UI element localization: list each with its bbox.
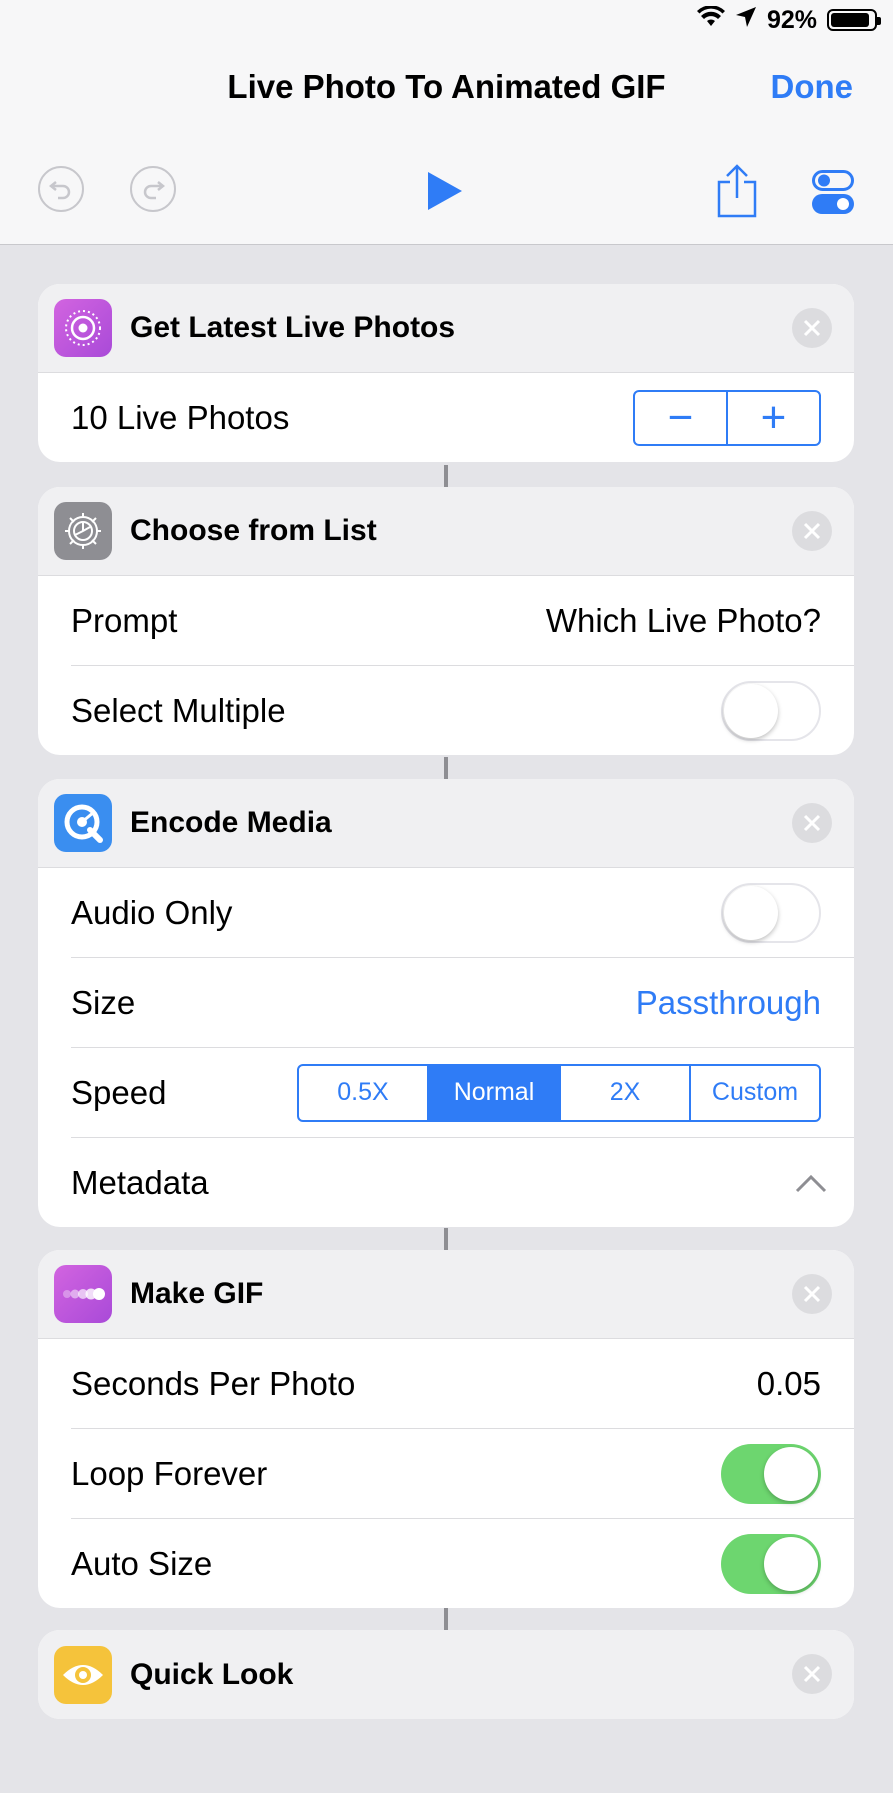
loop-forever-row: Loop Forever	[71, 1428, 854, 1518]
auto-size-row: Auto Size	[71, 1518, 854, 1608]
remove-action-button[interactable]	[792, 803, 832, 843]
toggle-knob	[724, 885, 778, 940]
photos-icon	[54, 299, 112, 357]
metadata-label: Metadata	[71, 1163, 209, 1201]
close-icon	[803, 1285, 821, 1303]
count-stepper[interactable]: − +	[633, 389, 821, 446]
audio-only-label: Audio Only	[71, 893, 233, 931]
toggle-knob	[764, 1446, 818, 1501]
action-title: Get Latest Live Photos	[130, 311, 456, 344]
action-quick-look[interactable]: Quick Look	[38, 1630, 854, 1719]
eye-icon	[54, 1645, 112, 1704]
share-button[interactable]	[716, 164, 758, 223]
remove-action-button[interactable]	[792, 1274, 832, 1314]
redo-icon	[130, 166, 176, 212]
navigation-bar: 92% Live Photo To Animated GIF Done	[0, 0, 893, 245]
action-header: Quick Look	[38, 1630, 854, 1719]
action-choose-from-list[interactable]: Choose from List Prompt Which Live Photo…	[38, 487, 854, 755]
speed-option[interactable]: Custom	[689, 1065, 819, 1120]
battery-icon	[827, 9, 881, 31]
auto-size-toggle[interactable]	[721, 1533, 821, 1594]
audio-only-toggle[interactable]	[721, 882, 821, 943]
gif-icon	[54, 1265, 112, 1323]
audio-only-row: Audio Only	[71, 868, 854, 957]
play-icon	[428, 172, 462, 210]
gear-icon	[54, 502, 112, 560]
action-title: Make GIF	[130, 1277, 264, 1310]
speed-option[interactable]: 2X	[559, 1065, 689, 1120]
action-header: Choose from List	[38, 487, 854, 576]
seconds-per-photo-value[interactable]: 0.05	[757, 1365, 821, 1403]
count-label: 10 Live Photos	[71, 398, 290, 436]
loop-forever-toggle[interactable]	[721, 1443, 821, 1504]
prompt-row[interactable]: Prompt Which Live Photo?	[71, 576, 854, 665]
count-row: 10 Live Photos − +	[71, 373, 854, 462]
settings-button[interactable]	[812, 170, 854, 219]
action-header: Get Latest Live Photos	[38, 284, 854, 373]
done-button[interactable]: Done	[771, 68, 854, 106]
close-icon	[803, 522, 821, 540]
size-label: Size	[71, 983, 136, 1021]
play-button[interactable]	[426, 170, 464, 217]
metadata-row[interactable]: Metadata	[71, 1137, 854, 1227]
undo-icon	[38, 166, 84, 212]
toggle-knob	[764, 1536, 818, 1591]
remove-action-button[interactable]	[792, 511, 832, 551]
action-title: Quick Look	[130, 1657, 294, 1691]
size-value[interactable]: Passthrough	[636, 984, 821, 1022]
action-connector	[444, 757, 448, 779]
undo-button[interactable]	[38, 166, 84, 212]
action-title: Encode Media	[130, 806, 332, 839]
close-icon	[803, 814, 821, 832]
increment-button[interactable]: +	[726, 391, 819, 444]
speed-label: Speed	[71, 1073, 167, 1111]
loop-forever-label: Loop Forever	[71, 1454, 268, 1492]
action-connector	[444, 465, 448, 487]
action-header: Encode Media	[38, 779, 854, 868]
location-arrow-icon	[735, 6, 757, 35]
chevron-up-icon[interactable]	[795, 1173, 827, 1193]
select-multiple-toggle[interactable]	[721, 680, 821, 741]
prompt-label: Prompt	[71, 601, 178, 639]
toggle-knob	[724, 683, 778, 738]
auto-size-label: Auto Size	[71, 1544, 213, 1582]
status-bar: 92%	[0, 0, 893, 40]
speed-row: Speed 0.5X Normal 2X Custom	[71, 1047, 854, 1137]
action-connector	[444, 1608, 448, 1630]
size-row[interactable]: Size Passthrough	[71, 957, 854, 1047]
action-connector	[444, 1228, 448, 1250]
speed-option[interactable]: Normal	[427, 1065, 559, 1120]
close-icon	[803, 1665, 821, 1683]
encode-media-icon	[54, 794, 112, 852]
prompt-value[interactable]: Which Live Photo?	[546, 602, 821, 640]
seconds-per-photo-label: Seconds Per Photo	[71, 1364, 356, 1402]
speed-option[interactable]: 0.5X	[299, 1066, 427, 1120]
close-icon	[803, 319, 821, 337]
seconds-per-photo-row[interactable]: Seconds Per Photo 0.05	[71, 1339, 854, 1428]
select-multiple-label: Select Multiple	[71, 691, 286, 729]
remove-action-button[interactable]	[792, 308, 832, 348]
speed-segmented-control[interactable]: 0.5X Normal 2X Custom	[297, 1063, 821, 1122]
select-multiple-row: Select Multiple	[71, 665, 854, 755]
redo-button[interactable]	[130, 166, 176, 212]
toggles-icon	[812, 170, 854, 214]
action-encode-media[interactable]: Encode Media Audio Only Size Passthrough…	[38, 779, 854, 1227]
action-get-latest-live-photos[interactable]: Get Latest Live Photos 10 Live Photos − …	[38, 284, 854, 462]
action-header: Make GIF	[38, 1250, 854, 1339]
wifi-icon	[696, 4, 725, 35]
action-title: Choose from List	[130, 514, 377, 547]
battery-percent: 92%	[766, 5, 817, 34]
shortcut-title: Live Photo To Animated GIF	[227, 68, 666, 105]
share-icon	[717, 164, 757, 218]
remove-action-button[interactable]	[792, 1654, 832, 1694]
decrement-button[interactable]: −	[635, 392, 726, 444]
action-make-gif[interactable]: Make GIF Seconds Per Photo 0.05 Loop For…	[38, 1250, 854, 1608]
